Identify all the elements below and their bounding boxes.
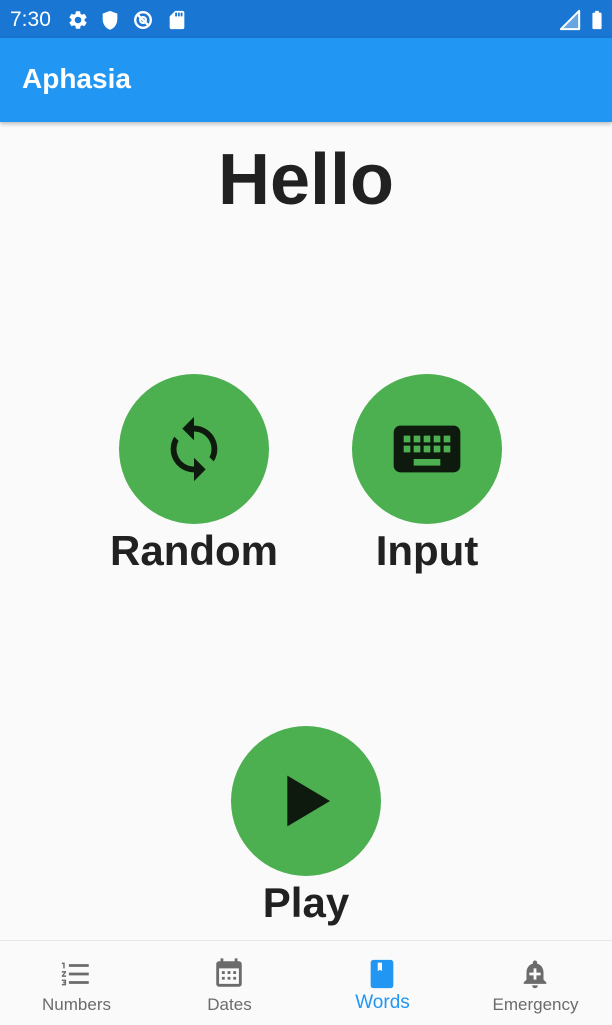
nav-label-words: Words (355, 992, 410, 1013)
status-bar: 7:30 (0, 0, 612, 38)
no-sync-icon (134, 11, 152, 29)
app-bar: Aphasia (0, 38, 612, 122)
play-button[interactable] (231, 726, 381, 876)
sd-card-icon (169, 10, 185, 30)
random-button[interactable] (119, 374, 269, 524)
keyboard-icon (393, 425, 461, 473)
bottom-navigation: Numbers Dates Words Emergency (0, 940, 612, 1025)
battery-icon (592, 10, 602, 30)
alarm-bell-icon (523, 960, 547, 989)
numbered-list-icon (61, 962, 89, 986)
status-time: 7:30 (10, 8, 51, 31)
play-icon (287, 775, 330, 827)
input-label: Input (375, 527, 479, 574)
nav-label-numbers: Numbers (42, 995, 111, 1014)
nav-item-numbers[interactable]: Numbers (0, 941, 153, 1025)
signal-icon (559, 9, 581, 31)
random-label: Random (110, 527, 278, 574)
nav-item-dates[interactable]: Dates (153, 941, 306, 1025)
app-title: Aphasia (22, 63, 131, 94)
play-label: Play (262, 879, 350, 926)
nav-label-dates: Dates (207, 995, 252, 1014)
nav-item-emergency[interactable]: Emergency (459, 941, 612, 1025)
calendar-icon (216, 958, 242, 987)
refresh-icon (170, 416, 218, 482)
book-icon (370, 959, 394, 989)
nav-label-emergency: Emergency (492, 995, 579, 1014)
current-word: Hello (217, 140, 395, 220)
nav-item-words[interactable]: Words (306, 941, 459, 1025)
gear-icon (69, 11, 87, 29)
input-button[interactable] (352, 374, 502, 524)
shield-icon (102, 10, 118, 30)
